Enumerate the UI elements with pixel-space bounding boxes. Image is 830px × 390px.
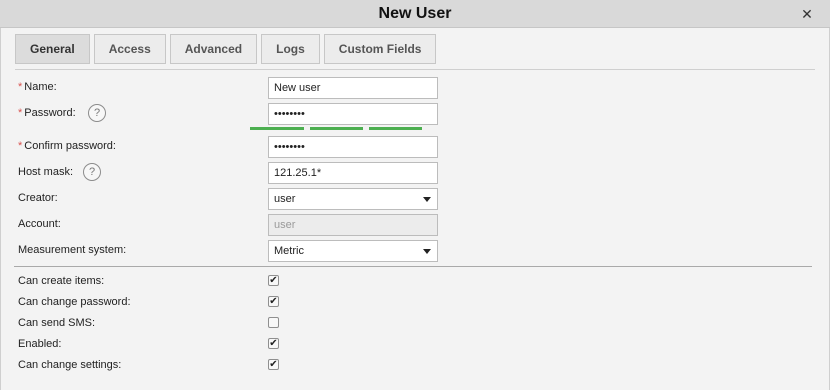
- enabled-checkbox[interactable]: ✔: [268, 338, 279, 349]
- password-strength-meter: [250, 127, 422, 131]
- enabled-label: Enabled:: [18, 338, 62, 350]
- measurement-label: Measurement system:: [18, 244, 127, 256]
- chevron-down-icon: [423, 249, 431, 254]
- password-input[interactable]: ••••••••: [268, 103, 438, 125]
- strength-segment: [250, 127, 304, 130]
- name-input[interactable]: New user: [268, 77, 438, 99]
- checkbox-row: Enabled: ✔: [18, 334, 818, 356]
- tab-general[interactable]: General: [15, 34, 90, 64]
- title-bar: New User ✕: [0, 0, 830, 28]
- can-send-sms-label: Can send SMS:: [18, 317, 96, 329]
- confirm-password-label: * Confirm password:: [18, 140, 116, 152]
- close-icon[interactable]: ✕: [800, 7, 814, 21]
- host-mask-label: Host mask:: [18, 166, 74, 178]
- confirm-password-row: * Confirm password: ••••••••: [18, 136, 818, 158]
- required-mark: *: [18, 107, 23, 119]
- account-label: Account:: [18, 218, 61, 230]
- tab-custom-fields[interactable]: Custom Fields: [323, 34, 437, 64]
- checkbox-row: Can create items: ✔: [18, 271, 818, 293]
- tab-bar: General Access Advanced Logs Custom Fiel…: [15, 34, 440, 64]
- measurement-value: Metric: [274, 245, 304, 257]
- checkbox-row: Can change settings: ✔: [18, 355, 818, 377]
- can-change-password-checkbox[interactable]: ✔: [268, 296, 279, 307]
- dialog-title: New User: [378, 5, 452, 22]
- password-row: * Password: ? ••••••••: [18, 103, 818, 125]
- can-send-sms-checkbox[interactable]: [268, 317, 279, 328]
- creator-row: Creator: user: [18, 188, 818, 210]
- host-mask-help-icon[interactable]: ?: [83, 163, 101, 181]
- strength-segment: [310, 127, 363, 130]
- checkbox-row: Can send SMS:: [18, 313, 818, 335]
- tab-advanced[interactable]: Advanced: [169, 34, 258, 64]
- password-label: * Password:: [18, 107, 76, 119]
- host-mask-input[interactable]: 121.25.1*: [268, 162, 438, 184]
- required-mark: *: [18, 81, 23, 93]
- password-help-icon[interactable]: ?: [88, 104, 106, 122]
- creator-value: user: [274, 193, 296, 205]
- creator-label: Creator:: [18, 192, 58, 204]
- tab-logs[interactable]: Logs: [261, 34, 320, 64]
- account-input: user: [268, 214, 438, 236]
- section-divider: [14, 266, 812, 267]
- chevron-down-icon: [423, 197, 431, 202]
- creator-select[interactable]: user: [268, 188, 438, 210]
- can-change-settings-label: Can change settings:: [18, 359, 122, 371]
- confirm-password-input[interactable]: ••••••••: [268, 136, 438, 158]
- tab-divider: [15, 69, 815, 70]
- can-create-items-label: Can create items:: [18, 275, 105, 287]
- host-mask-row: Host mask: ? 121.25.1*: [18, 162, 818, 184]
- measurement-select[interactable]: Metric: [268, 240, 438, 262]
- can-change-password-label: Can change password:: [18, 296, 131, 308]
- checkbox-row: Can change password: ✔: [18, 292, 818, 314]
- tab-access[interactable]: Access: [93, 34, 166, 64]
- account-row: Account: user: [18, 214, 818, 236]
- required-mark: *: [18, 140, 23, 152]
- strength-segment: [369, 127, 422, 130]
- name-label: * Name:: [18, 81, 57, 93]
- name-row: * Name: New user: [18, 77, 818, 99]
- measurement-row: Measurement system: Metric: [18, 240, 818, 262]
- can-change-settings-checkbox[interactable]: ✔: [268, 359, 279, 370]
- can-create-items-checkbox[interactable]: ✔: [268, 275, 279, 286]
